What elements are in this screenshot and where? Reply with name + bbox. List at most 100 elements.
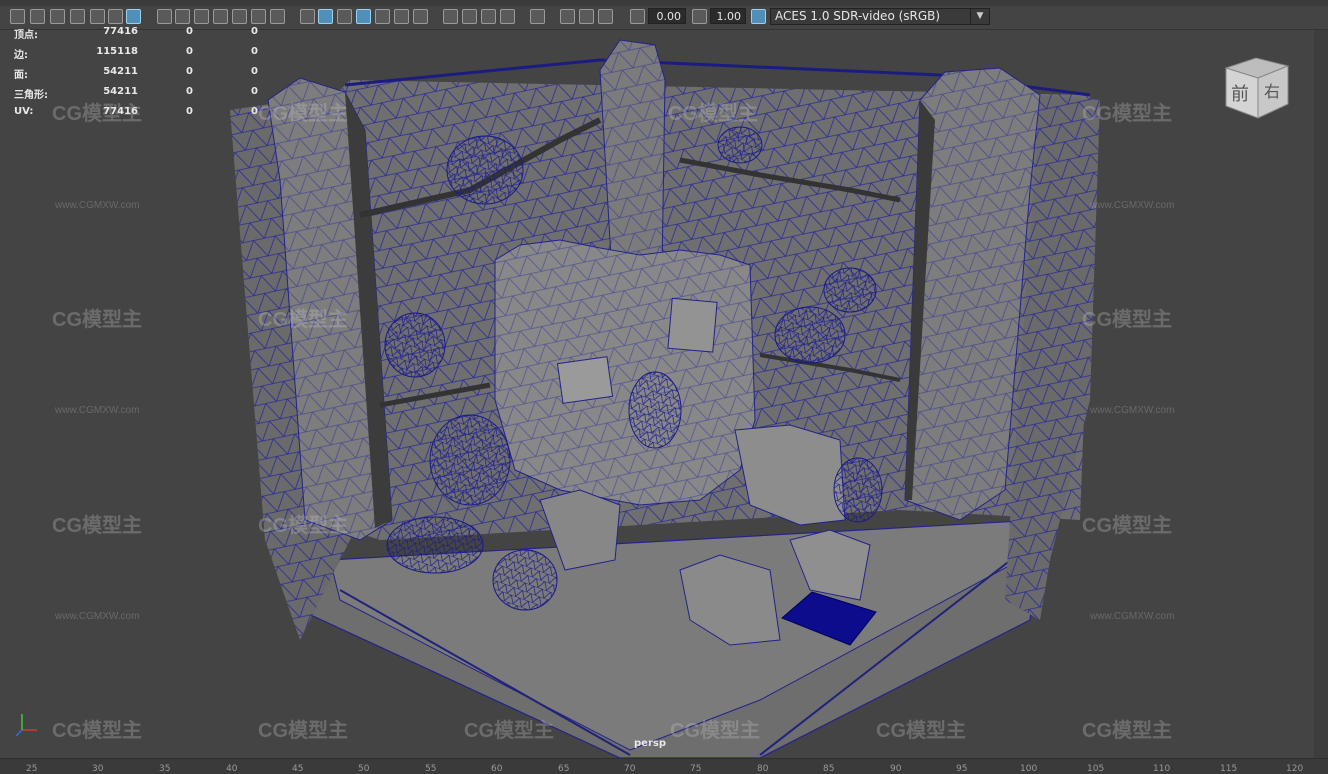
lotus	[386, 516, 484, 574]
watermark-text: CG模型主	[258, 515, 348, 537]
motion-blur-icon[interactable]	[462, 9, 477, 24]
view-cube[interactable]: 前 右	[1222, 52, 1290, 122]
grease-pencil-icon[interactable]	[108, 9, 123, 24]
butterfly-top	[446, 135, 524, 205]
watermark-url: www.CGMXW.com	[55, 200, 140, 211]
hud-row-triangles: 三角形: 54211 0 0	[14, 86, 274, 101]
view-transform-value: ACES 1.0 SDR-video (sRGB)	[775, 9, 941, 23]
image-plane-icon[interactable]	[70, 9, 85, 24]
butterfly-right	[774, 306, 846, 364]
hud-value: 0	[186, 46, 193, 57]
hud-row-edges: 边: 115118 0 0	[14, 46, 274, 61]
scene-wireframe	[230, 39, 1100, 759]
hud-row-uvs: UV: 77416 0 0	[14, 106, 274, 120]
watermark-text: CG模型主	[52, 515, 142, 537]
anti-alias-icon[interactable]	[481, 9, 496, 24]
hud-value: 115118	[96, 46, 138, 57]
gamma-field[interactable]: 1.00	[710, 8, 746, 24]
ambient-occlusion-icon[interactable]	[443, 9, 458, 24]
watermark-text: CG模型主	[668, 103, 758, 125]
wireframe-on-shaded-icon[interactable]	[356, 9, 371, 24]
shaded-wireframe-icon[interactable]	[337, 9, 352, 24]
camera-name-label: persp	[634, 738, 666, 749]
gate-mask-icon[interactable]	[213, 9, 228, 24]
watermark-text: CG模型主	[876, 720, 966, 742]
viewport-scrollbar[interactable]	[1314, 30, 1328, 758]
xray-joints-icon[interactable]	[579, 9, 594, 24]
safe-title-icon[interactable]	[270, 9, 285, 24]
exposure-field[interactable]: 0.00	[648, 8, 686, 24]
watermark-text: CG模型主	[464, 720, 554, 742]
bookmark-icon[interactable]	[50, 9, 65, 24]
hud-value: 0	[251, 26, 258, 37]
hud-row-faces: 面: 54211 0 0	[14, 66, 274, 81]
fern	[628, 371, 682, 449]
exposure-icon[interactable]	[630, 9, 645, 24]
watermark-text: CG模型主	[1082, 103, 1172, 125]
shadows-icon[interactable]	[413, 9, 428, 24]
field-chart-icon[interactable]	[232, 9, 247, 24]
smooth-shade-icon[interactable]	[318, 9, 333, 24]
watermark-url: www.CGMXW.com	[1090, 405, 1175, 416]
mushrooms	[429, 414, 511, 506]
axis-gizmo	[10, 708, 40, 738]
lighting-icon[interactable]	[394, 9, 409, 24]
hud-row-vertices: 顶点: 77416 0 0	[14, 26, 274, 41]
watermark-url: www.CGMXW.com	[55, 405, 140, 416]
hud-value: 54211	[103, 86, 138, 97]
butterfly-left	[384, 312, 446, 378]
camera-attr-icon[interactable]	[30, 9, 45, 24]
view-transform-dropdown[interactable]: ACES 1.0 SDR-video (sRGB) ▼	[770, 8, 990, 25]
xray-active-icon[interactable]	[598, 9, 613, 24]
isolate-icon[interactable]	[530, 9, 545, 24]
poly-count-hud: 顶点: 77416 0 0 边: 115118 0 0 面: 54211 0 0…	[0, 26, 270, 130]
two-d-pan-icon[interactable]	[90, 9, 105, 24]
coral-right	[833, 457, 883, 523]
hud-label: UV:	[14, 106, 34, 117]
hud-label: 顶点:	[14, 30, 38, 41]
hud-label: 面:	[14, 70, 28, 81]
watermark-url: www.CGMXW.com	[1090, 611, 1175, 622]
color-management-icon[interactable]	[751, 9, 766, 24]
time-slider-ruler[interactable]: 25 30 35 40 45 50 55 60 65 70 75 80 85 9…	[0, 758, 1328, 774]
hud-label: 边:	[14, 50, 28, 61]
resolution-gate-icon[interactable]	[194, 9, 209, 24]
watermark-url: www.CGMXW.com	[1090, 200, 1175, 211]
hud-value: 54211	[103, 66, 138, 77]
watermark-text: CG模型主	[670, 720, 760, 742]
persp-viewport[interactable]	[0, 30, 1315, 759]
safe-action-icon[interactable]	[251, 9, 266, 24]
hud-value: 0	[186, 86, 193, 97]
depth-of-field-icon[interactable]	[500, 9, 515, 24]
gamma-icon[interactable]	[692, 9, 707, 24]
panel-menu-bar[interactable]	[0, 0, 1328, 6]
view-cube-front-face[interactable]: 前	[1231, 80, 1249, 106]
hud-value: 0	[186, 66, 193, 77]
textured-icon[interactable]	[375, 9, 390, 24]
watermark-text: CG模型主	[52, 309, 142, 331]
watermark-url: www.CGMXW.com	[55, 611, 140, 622]
view-cube-right-face[interactable]: 右	[1264, 78, 1280, 102]
butterfly-right2	[823, 267, 877, 313]
hud-value: 0	[186, 106, 193, 117]
hud-label: 三角形:	[14, 90, 48, 101]
hud-value: 77416	[103, 26, 138, 37]
hud-value: 0	[251, 86, 258, 97]
hud-value: 0	[251, 46, 258, 57]
camera-icon[interactable]	[10, 9, 25, 24]
film-gate-icon[interactable]	[175, 9, 190, 24]
hud-value: 77416	[103, 106, 138, 117]
watermark-text: CG模型主	[1082, 309, 1172, 331]
hud-value: 0	[186, 26, 193, 37]
hud-value: 0	[251, 66, 258, 77]
wireframe-icon[interactable]	[300, 9, 315, 24]
shell-object	[492, 549, 558, 611]
watermark-text: CG模型主	[258, 309, 348, 331]
chevron-down-icon[interactable]: ▼	[970, 9, 989, 24]
grid-icon[interactable]	[157, 9, 172, 24]
xray-icon[interactable]	[560, 9, 575, 24]
watermark-text: CG模型主	[1082, 720, 1172, 742]
pencil-active-icon[interactable]	[126, 9, 141, 24]
hud-value: 0	[251, 106, 258, 117]
butterfly-topright	[717, 126, 763, 164]
